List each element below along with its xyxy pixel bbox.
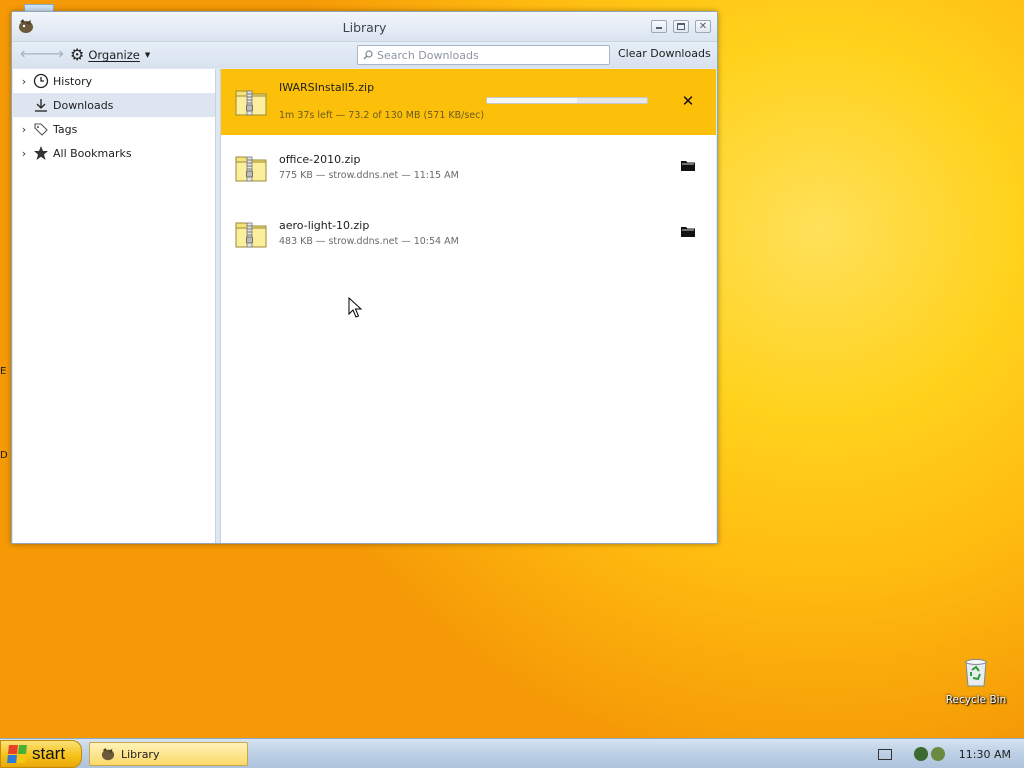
chevron-down-icon: ▼: [144, 51, 151, 59]
taskbar: start Library 11:30 AM: [0, 738, 1024, 768]
progress-fill: [487, 98, 577, 103]
folder-icon[interactable]: [680, 159, 696, 175]
windows-logo-icon: [7, 745, 27, 763]
taskbar-clock[interactable]: 11:30 AM: [959, 748, 1011, 761]
download-status: 483 KB — strow.ddns.net — 10:54 AM: [279, 236, 459, 247]
search-icon: [363, 50, 373, 60]
sidebar-item-label: Tags: [53, 122, 78, 136]
forward-arrow-icon[interactable]: ⟶: [41, 46, 64, 64]
firefox-app-icon: [101, 747, 115, 761]
download-item[interactable]: aero-light-10.zip 483 KB — strow.ddns.ne…: [221, 201, 716, 267]
desktop-edge-mark: D: [0, 450, 8, 461]
zip-file-icon: [234, 217, 268, 249]
organize-menu-button[interactable]: ⚙ Organize ▼: [70, 46, 150, 64]
sidebar-item-downloads[interactable]: Downloads: [13, 93, 215, 117]
chevron-right-icon[interactable]: ›: [19, 75, 29, 88]
sidebar-item-label: All Bookmarks: [53, 146, 132, 160]
zip-file-icon: [234, 151, 268, 183]
chevron-right-icon[interactable]: ›: [19, 147, 29, 160]
clear-downloads-button[interactable]: Clear Downloads: [618, 47, 711, 60]
organize-label: Organize: [88, 48, 140, 62]
download-item[interactable]: IWARSInstall5.zip 1m 37s left — 73.2 of …: [221, 69, 716, 135]
download-status: 1m 37s left — 73.2 of 130 MB (571 KB/sec…: [279, 110, 485, 121]
download-arrow-icon: [32, 96, 50, 114]
zip-file-icon: [234, 85, 268, 117]
back-arrow-icon[interactable]: ⟵: [20, 46, 43, 64]
tag-icon: [32, 120, 50, 138]
sidebar-item-history[interactable]: › History: [13, 69, 215, 93]
keyboard-icon[interactable]: [877, 748, 892, 760]
sidebar-item-all-bookmarks[interactable]: › All Bookmarks: [13, 141, 215, 165]
chevron-right-icon[interactable]: ›: [19, 123, 29, 136]
close-button[interactable]: ✕: [695, 20, 711, 33]
recycle-bin-desktop-icon[interactable]: Recycle Bin: [944, 656, 1008, 706]
start-label: start: [32, 744, 66, 763]
clock-icon: [32, 72, 50, 90]
download-filename: aero-light-10.zip: [279, 219, 370, 232]
search-downloads-field[interactable]: [357, 45, 610, 65]
maximize-button[interactable]: [673, 20, 689, 33]
download-filename: office-2010.zip: [279, 153, 361, 166]
mouse-cursor-icon: [348, 296, 363, 319]
download-filename: IWARSInstall5.zip: [279, 81, 375, 94]
taskbar-item-library[interactable]: Library: [89, 742, 248, 766]
sidebar-item-label: History: [53, 74, 93, 88]
desktop-edge-mark: Ε: [0, 366, 7, 377]
sidebar-item-tags[interactable]: › Tags: [13, 117, 215, 141]
security-shield-icon[interactable]: [913, 747, 928, 761]
downloads-list: IWARSInstall5.zip 1m 37s left — 73.2 of …: [220, 69, 716, 543]
download-status: 775 KB — strow.ddns.net — 11:15 AM: [279, 170, 459, 181]
download-progress-bar: [486, 97, 648, 104]
window-title: Library: [342, 20, 387, 35]
system-tray: 11:30 AM: [877, 739, 1024, 768]
search-input[interactable]: [377, 48, 597, 62]
recycle-bin-icon: [961, 656, 991, 688]
network-icon[interactable]: [930, 747, 945, 761]
folder-icon[interactable]: [680, 225, 696, 241]
star-icon: [32, 144, 50, 162]
library-window: Library ✕ ⟵ ⟶ ⚙ Organize ▼ Clear Downloa…: [11, 11, 718, 544]
title-bar[interactable]: Library ✕: [12, 12, 717, 42]
download-item[interactable]: office-2010.zip 775 KB — strow.ddns.net …: [221, 135, 716, 201]
toolbar: ⟵ ⟶ ⚙ Organize ▼ Clear Downloads: [12, 42, 717, 68]
cancel-icon[interactable]: ✕: [680, 93, 696, 109]
library-sidebar: › History Downloads › Tags › All Bookmar…: [13, 69, 216, 543]
sidebar-item-label: Downloads: [53, 98, 114, 112]
gear-icon: ⚙: [70, 45, 85, 64]
recycle-bin-label: Recycle Bin: [945, 694, 1007, 706]
minimize-button[interactable]: [651, 20, 667, 33]
taskbar-item-label: Library: [121, 747, 160, 761]
start-button[interactable]: start: [0, 740, 82, 768]
